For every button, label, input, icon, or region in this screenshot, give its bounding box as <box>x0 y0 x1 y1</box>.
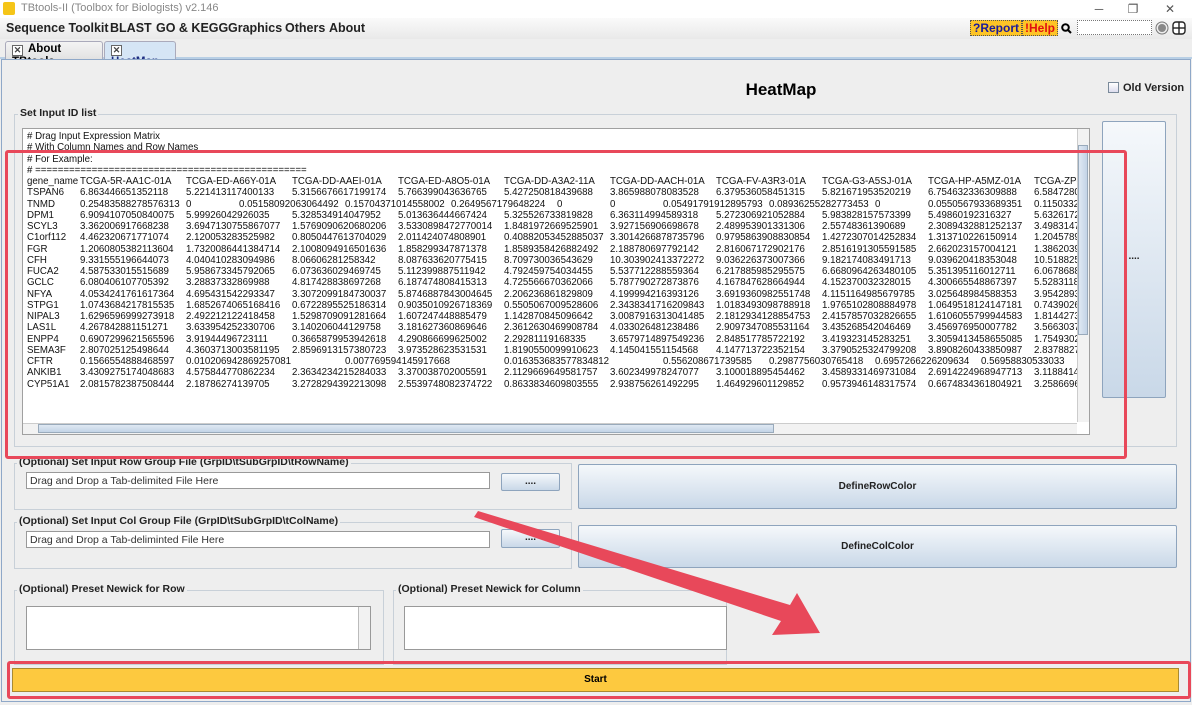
page-title: HeatMap <box>745 80 817 99</box>
search-input[interactable] <box>1077 20 1152 35</box>
menu-about[interactable]: About <box>329 21 365 35</box>
checkbox-icon[interactable] <box>1108 82 1119 93</box>
id-list-label: Set Input ID list <box>18 107 99 119</box>
tab-heatmap[interactable]: ✕HeatMap <box>104 41 176 68</box>
radio-icon[interactable] <box>1155 21 1169 35</box>
menu-sequence-toolkit[interactable]: Sequence Toolkit <box>6 21 109 35</box>
annotation-highlight-start <box>7 661 1191 699</box>
search-icon <box>1061 23 1072 34</box>
newick-row-scrollbar[interactable] <box>358 607 370 649</box>
maximize-button[interactable]: ❐ <box>1118 0 1148 18</box>
menu-go-kegg[interactable]: GO & KEGG <box>156 21 228 35</box>
col-group-file-input[interactable] <box>26 531 490 548</box>
comment-line: # Drag Input Expression Matrix <box>27 131 1087 142</box>
window-title: TBtools-II (Toolbox for Biologists) v2.1… <box>21 2 219 14</box>
old-version-label: Old Version <box>1123 82 1185 94</box>
row-group-file-input[interactable] <box>26 472 490 489</box>
tab-strip <box>0 40 1192 59</box>
browse-row-group-button[interactable]: .... <box>501 473 560 491</box>
help-button[interactable]: !Help <box>1022 20 1058 36</box>
menu-graphics[interactable]: Graphics <box>228 21 282 35</box>
minimize-button[interactable]: ─ <box>1084 0 1114 18</box>
annotation-arrow-icon <box>474 511 820 635</box>
app-logo-icon <box>3 2 15 15</box>
menu-others[interactable]: Others <box>285 21 325 35</box>
close-tab-icon[interactable]: ✕ <box>111 45 122 56</box>
old-version-checkbox[interactable]: Old Version <box>1108 82 1184 94</box>
tab-about-tbtools[interactable]: ✕About TBtools <box>5 41 103 68</box>
close-tab-icon[interactable]: ✕ <box>12 45 23 56</box>
annotation-highlight-matrix <box>5 150 1127 459</box>
grid-layout-icon[interactable] <box>1172 21 1186 35</box>
newick-row-textarea[interactable] <box>26 606 371 650</box>
define-row-color-button[interactable]: DefineRowColor <box>578 464 1177 509</box>
col-group-label: (Optional) Set Input Col Group File (Grp… <box>17 515 341 527</box>
comment-text: # Drag Input Expression Matrix <box>27 131 160 142</box>
newick-row-label: (Optional) Preset Newick for Row <box>17 583 187 595</box>
menu-blast[interactable]: BLAST <box>110 21 152 35</box>
close-window-button[interactable]: ✕ <box>1155 0 1185 18</box>
report-button[interactable]: ?Report <box>970 20 1022 36</box>
